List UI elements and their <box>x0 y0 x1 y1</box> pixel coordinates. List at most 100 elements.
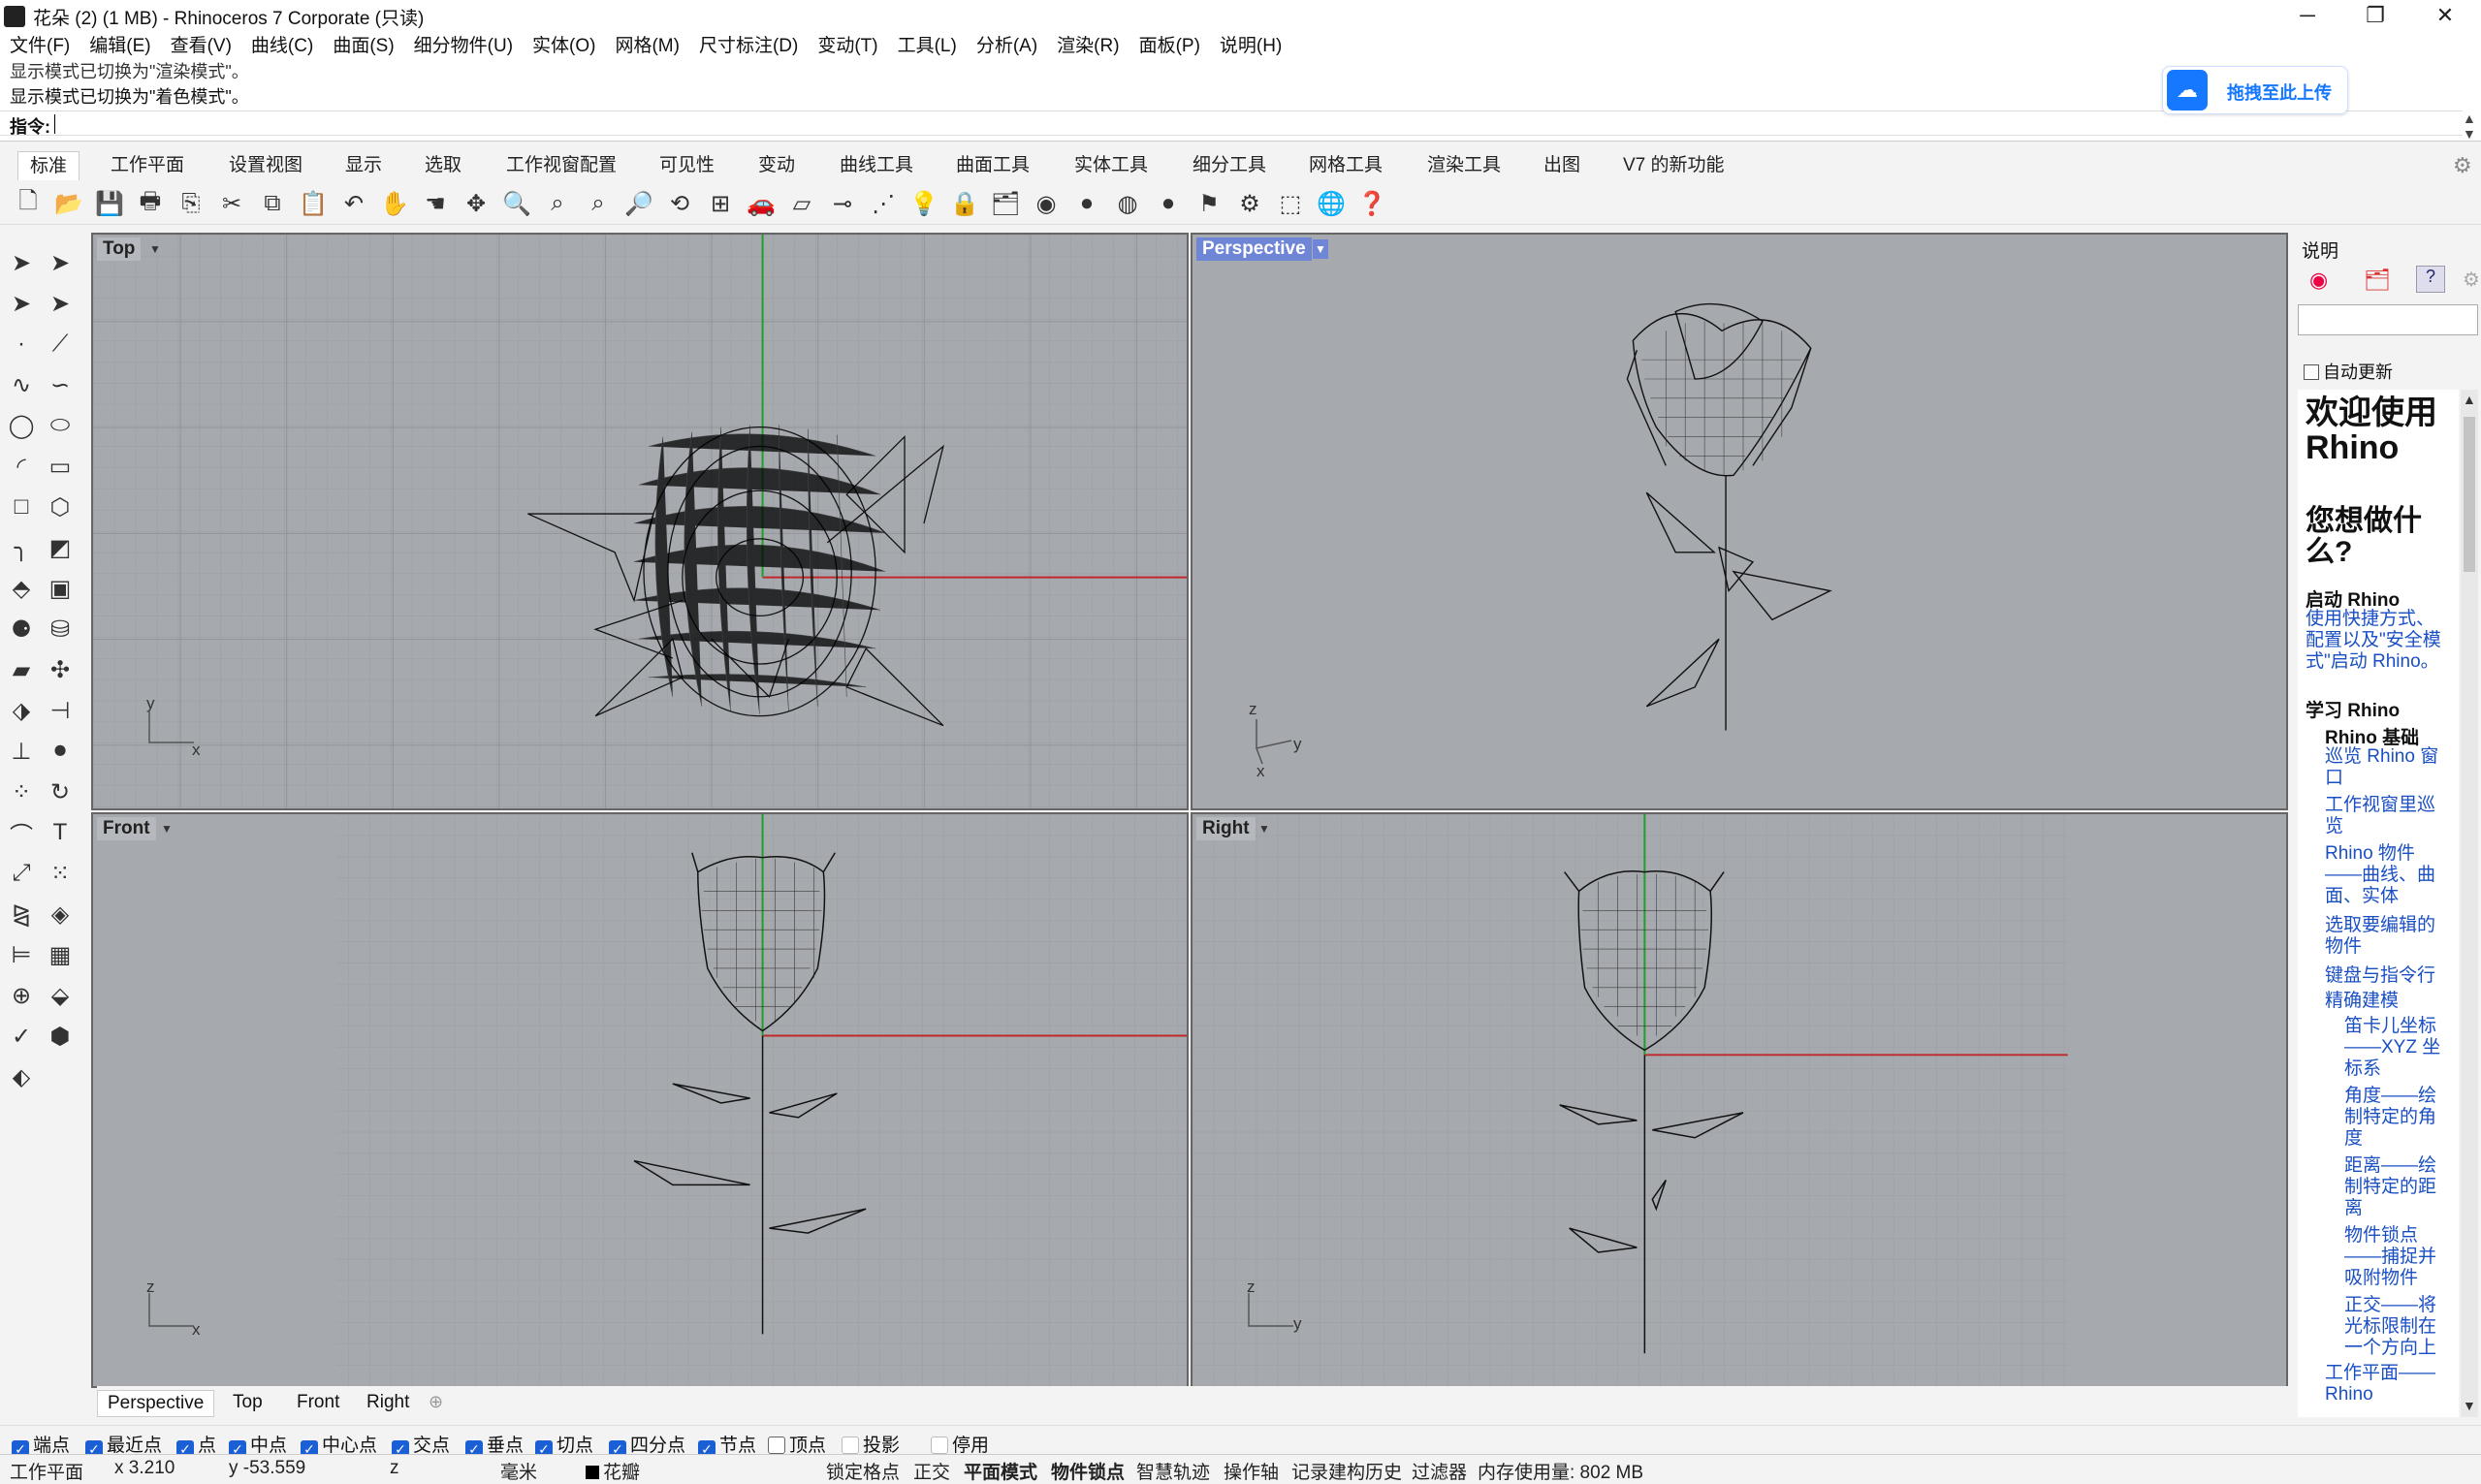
freeform-curve-icon[interactable]: ∽ <box>43 367 78 402</box>
upload-drop-button[interactable]: ☁ 拖拽至此上传 <box>2162 66 2348 114</box>
circle-icon[interactable]: ◯ <box>4 408 39 443</box>
tab-curve-tools[interactable]: 曲线工具 <box>828 151 925 180</box>
rendered-sphere-icon[interactable]: ● <box>1152 187 1185 220</box>
rectangle-icon[interactable]: ▭ <box>43 449 78 484</box>
select-points-icon[interactable]: ➤ <box>43 245 78 280</box>
help-icon[interactable]: ❓ <box>1355 187 1388 220</box>
tab-solid-tools[interactable]: 实体工具 <box>1063 151 1160 180</box>
viewport-label-right[interactable]: Right <box>1196 817 1256 840</box>
move-view-icon[interactable]: ✥ <box>460 187 493 220</box>
tab-visibility[interactable]: 可见性 <box>648 151 726 180</box>
blend-icon[interactable]: ⚫ <box>43 734 78 769</box>
solid-box-icon[interactable]: ◈ <box>43 897 78 931</box>
copy-icon[interactable]: ⧉ <box>256 187 289 220</box>
tab-mesh-tools[interactable]: 网格工具 <box>1297 151 1394 180</box>
color-wheel-icon[interactable]: ◉ <box>1030 187 1063 220</box>
layers-icon[interactable]: 🗂 <box>2364 268 2391 293</box>
tab-drafting[interactable]: 出图 <box>1532 151 1592 180</box>
selection-bounds-icon[interactable]: ⬚ <box>1274 187 1307 220</box>
layers-icon[interactable]: 🗂 <box>989 187 1022 220</box>
rotate-icon[interactable]: ↻ <box>43 774 78 809</box>
help-link[interactable]: 笛卡儿坐标——XYZ 坐标系 <box>2344 1016 2451 1080</box>
tab-surface-tools[interactable]: 曲面工具 <box>944 151 1041 180</box>
menu-transform[interactable]: 变动(T) <box>817 33 877 62</box>
tab-right[interactable]: Right <box>357 1390 419 1415</box>
command-line[interactable]: 指令: <box>0 111 2463 137</box>
zoom-icon[interactable]: 🔍 <box>500 187 533 220</box>
menu-surface[interactable]: 曲面(S) <box>333 33 394 62</box>
shaded-sphere-icon[interactable]: ● <box>1070 187 1103 220</box>
help-link[interactable]: 选取要编辑的物件 <box>2325 915 2451 958</box>
zoom-extents-icon[interactable]: ⌕ <box>582 187 615 220</box>
menu-curve[interactable]: 曲线(C) <box>251 33 313 62</box>
cylinder-icon[interactable]: ⛁ <box>43 612 78 647</box>
help-link[interactable]: 距离——绘制特定的距离 <box>2344 1155 2451 1219</box>
scroll-up-icon[interactable]: ▲ <box>2463 392 2476 407</box>
car-icon[interactable]: 🚗 <box>745 187 778 220</box>
tab-top[interactable]: Top <box>223 1390 272 1415</box>
color-wheel-icon[interactable]: ◉ <box>2309 268 2328 293</box>
text-icon[interactable]: T <box>43 815 78 850</box>
fillet-icon[interactable]: ⌒ <box>4 815 39 850</box>
new-file-icon[interactable]: 🗋 <box>12 187 45 220</box>
minimize-button[interactable]: ─ <box>2274 0 2341 33</box>
mirror-icon[interactable]: ⧎ <box>4 897 39 931</box>
add-tab-icon[interactable]: ⊕ <box>429 1392 443 1412</box>
menu-dimension[interactable]: 尺寸标注(D) <box>699 33 798 62</box>
select-window-icon[interactable]: ➤ <box>43 286 78 321</box>
chevron-down-icon[interactable]: ▼ <box>1256 819 1272 838</box>
explode-icon[interactable]: ⁘ <box>4 774 39 809</box>
help-link[interactable]: 正交——将光标限制在一个方向上 <box>2344 1295 2451 1359</box>
ellipse-icon[interactable]: ⬭ <box>43 408 78 443</box>
tab-set-view[interactable]: 设置视图 <box>217 151 314 180</box>
tab-viewport-layout[interactable]: 工作视窗配置 <box>494 151 628 180</box>
viewport-front[interactable]: Front ▼ z x <box>91 812 1189 1388</box>
polyline-icon[interactable]: ⟋ <box>43 327 78 362</box>
menu-help[interactable]: 说明(H) <box>1220 33 1282 62</box>
help-link[interactable]: 键盘与指令行 <box>2325 965 2451 987</box>
help-scrollbar[interactable]: ▲ ▼ <box>2461 390 2478 1417</box>
cage-edit-icon[interactable]: ⬙ <box>43 978 78 1013</box>
tab-new-in-v7[interactable]: V7 的新功能 <box>1611 151 1736 180</box>
tab-front[interactable]: Front <box>287 1390 349 1415</box>
gumball-icon[interactable]: ⊕ <box>4 978 39 1013</box>
options-gear-icon[interactable]: ⚙ <box>1233 187 1266 220</box>
help-link[interactable]: 角度——绘制特定的角度 <box>2344 1086 2451 1150</box>
viewport-label-perspective[interactable]: Perspective <box>1196 237 1312 261</box>
arc-icon[interactable]: ◜ <box>4 449 39 484</box>
export-icon[interactable]: ⎘ <box>175 187 207 220</box>
close-button[interactable]: ✕ <box>2411 0 2479 33</box>
help-link[interactable]: 使用快捷方式、配置以及"安全模式"启动 Rhino。 <box>2306 609 2451 673</box>
point-edit-icon[interactable]: ⋰ <box>867 187 900 220</box>
scrollbar-thumb[interactable] <box>2464 417 2475 572</box>
viewport-label-top[interactable]: Top <box>97 237 142 261</box>
grid-plane-icon[interactable]: ▱ <box>785 187 818 220</box>
menu-tools[interactable]: 工具(L) <box>898 33 957 62</box>
surface-corner-icon[interactable]: ◩ <box>43 530 78 565</box>
rectangle-corner-icon[interactable]: □ <box>4 489 39 524</box>
osnap-project[interactable]: 投影 <box>842 1431 900 1457</box>
chevron-down-icon[interactable]: ▼ <box>159 819 175 838</box>
lock-icon[interactable]: 🔒 <box>948 187 981 220</box>
distance-icon[interactable]: ⊸ <box>826 187 859 220</box>
auto-update-checkbox[interactable]: 自动更新 <box>2304 359 2393 384</box>
gear-icon[interactable]: ⚙ <box>2463 268 2480 292</box>
osnap-disable[interactable]: 停用 <box>931 1431 989 1457</box>
viewport-perspective[interactable]: Perspective ▼ z y x <box>1191 233 2288 810</box>
tab-render-tools[interactable]: 渲染工具 <box>1415 151 1512 180</box>
analyze-icon[interactable]: ⬢ <box>43 1019 78 1054</box>
pan-hand-icon[interactable]: ✋ <box>378 187 411 220</box>
print-icon[interactable]: 🖶 <box>134 187 167 220</box>
tab-cplanes[interactable]: 工作平面 <box>99 151 196 180</box>
help-icon[interactable]: ? <box>2416 266 2445 293</box>
help-link[interactable]: 精确建模 <box>2325 991 2451 1012</box>
osnap-vertex[interactable]: 顶点 <box>768 1431 826 1457</box>
boolean-icon[interactable]: ⬗ <box>4 693 39 728</box>
viewport-top[interactable]: Top ▼ y x <box>91 233 1189 810</box>
dimension-icon[interactable]: ⊨ <box>4 937 39 972</box>
menu-mesh[interactable]: 网格(M) <box>615 33 679 62</box>
wireframe-sphere-icon[interactable]: ◍ <box>1111 187 1144 220</box>
viewport-label-front[interactable]: Front <box>97 817 156 840</box>
paste-icon[interactable]: 📋 <box>297 187 330 220</box>
chevron-down-icon[interactable]: ▼ <box>1313 239 1328 259</box>
